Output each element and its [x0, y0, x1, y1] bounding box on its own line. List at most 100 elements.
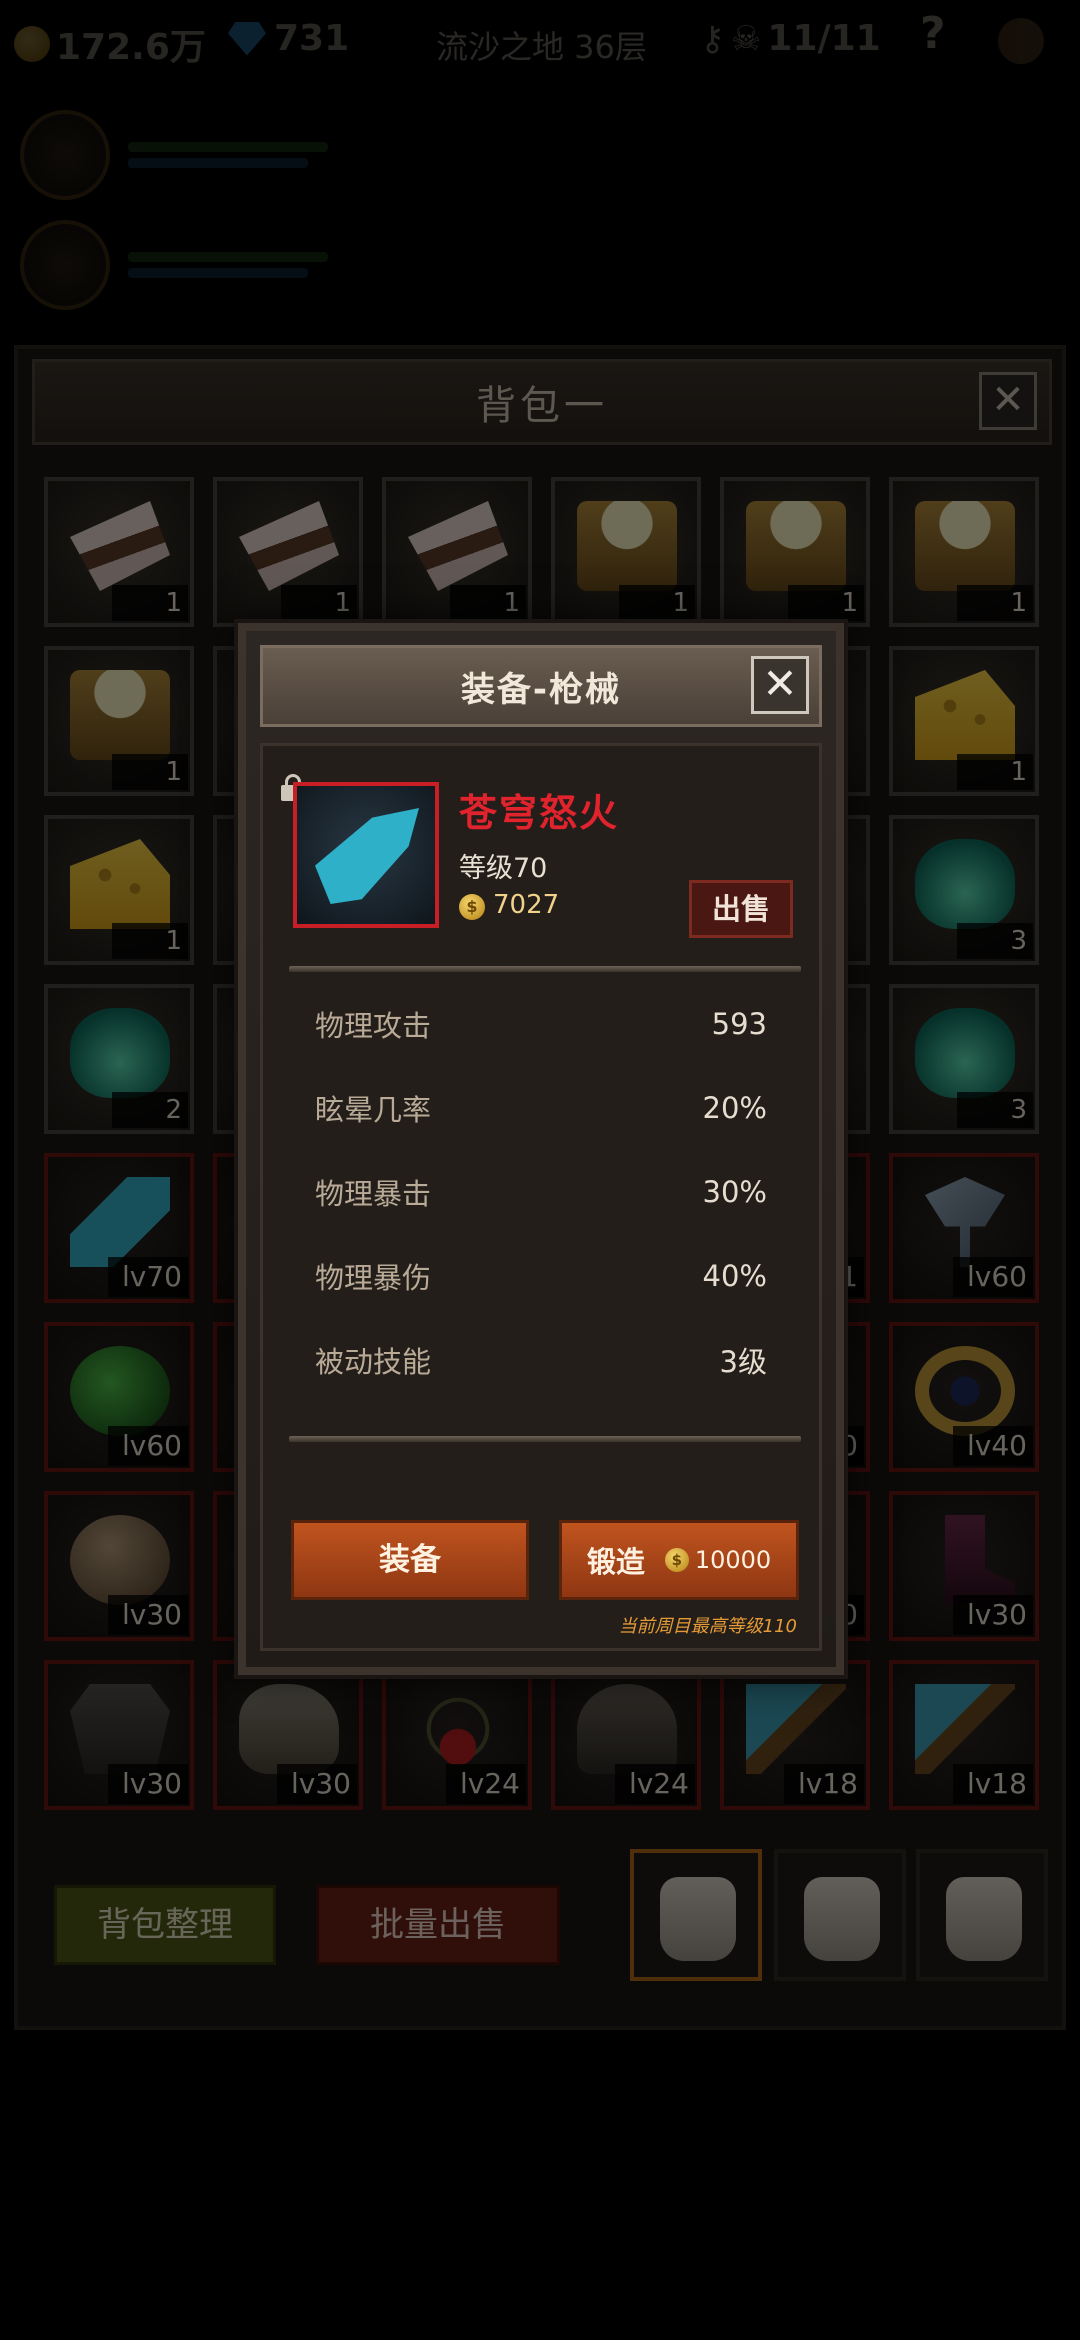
- stat-row: 眩晕几率 20%: [315, 1084, 767, 1132]
- cake-icon: [70, 501, 170, 591]
- item-level-badge: lv30: [277, 1764, 357, 1804]
- beer-icon: [915, 501, 1015, 591]
- forge-cost: 10000: [694, 1546, 772, 1574]
- item-name: 苍穹怒火: [459, 791, 620, 835]
- cake-icon: [239, 501, 339, 591]
- inventory-slot[interactable]: 1: [44, 477, 194, 627]
- ring-icon: [915, 1346, 1015, 1436]
- inventory-slot[interactable]: 1: [551, 477, 701, 627]
- bag-tab-3[interactable]: [916, 1849, 1048, 1981]
- axe-icon: [925, 1177, 1005, 1267]
- gem-icon: [228, 21, 266, 56]
- inventory-header: 背包一 ✕: [32, 359, 1052, 445]
- item-level-badge: lv18: [953, 1764, 1033, 1804]
- item-quantity-badge: 1: [619, 585, 695, 621]
- stat-value: 30%: [702, 1175, 767, 1209]
- item-level-badge: lv24: [446, 1764, 526, 1804]
- inventory-close-button[interactable]: ✕: [979, 372, 1037, 430]
- item-price: 7027: [493, 890, 560, 920]
- item-quantity-badge: 1: [957, 754, 1033, 790]
- stat-name: 眩晕几率: [315, 1093, 432, 1127]
- hero-portrait-icon: [20, 110, 110, 200]
- inventory-slot[interactable]: lv60: [44, 1322, 194, 1472]
- inventory-slot[interactable]: lv40: [889, 1322, 1039, 1472]
- batch-sell-button[interactable]: 批量出售: [316, 1885, 560, 1965]
- helm-icon: [577, 1684, 677, 1774]
- bag-tab-2[interactable]: [774, 1849, 906, 1981]
- orb-icon: [70, 1346, 170, 1436]
- inventory-slot[interactable]: lv30: [889, 1491, 1039, 1641]
- item-detail-modal: 装备-枪械 ✕ 苍穹怒火 等级70 $ 7027 出售 物理攻击 593 眩晕几…: [238, 623, 844, 1675]
- inventory-slot[interactable]: lv30: [213, 1660, 363, 1810]
- coin-icon: [14, 26, 50, 62]
- inventory-slot[interactable]: 1: [44, 815, 194, 965]
- settings-icon[interactable]: [998, 18, 1044, 64]
- inventory-slot[interactable]: lv30: [44, 1491, 194, 1641]
- skull-counter: ⚷ ☠ 11/11: [700, 18, 881, 59]
- sort-bag-button[interactable]: 背包整理: [54, 1885, 276, 1965]
- item-level-badge: lv40: [953, 1426, 1033, 1466]
- item-level-badge: lv18: [784, 1764, 864, 1804]
- hero-row-1: [20, 100, 328, 210]
- cheese-icon: [70, 839, 170, 929]
- inventory-slot[interactable]: lv18: [720, 1660, 870, 1810]
- glove-icon: [239, 1684, 339, 1774]
- stat-value: 40%: [702, 1259, 767, 1293]
- item-level-badge: lv24: [615, 1764, 695, 1804]
- stat-name: 被动技能: [315, 1345, 432, 1379]
- inventory-slot[interactable]: lv60: [889, 1153, 1039, 1303]
- inventory-title: 背包一: [476, 383, 608, 429]
- inventory-slot[interactable]: 2: [44, 984, 194, 1134]
- stat-name: 物理攻击: [315, 1009, 432, 1043]
- item-quantity-badge: 3: [957, 923, 1033, 959]
- bag-tab-1[interactable]: [630, 1849, 762, 1981]
- stat-value: 20%: [702, 1091, 767, 1125]
- gold-counter: 172.6万: [14, 18, 206, 70]
- stat-value: 593: [711, 1007, 767, 1041]
- inventory-slot[interactable]: 1: [889, 646, 1039, 796]
- stat-row: 被动技能 3级: [315, 1336, 767, 1384]
- necklace-icon: [408, 1684, 508, 1774]
- inventory-slot[interactable]: lv24: [382, 1660, 532, 1810]
- beer-icon: [577, 501, 677, 591]
- modal-close-button[interactable]: ✕: [751, 656, 809, 714]
- skull-icon: ☠: [730, 18, 762, 59]
- top-hud: 172.6万 731 流沙之地 36层 ⚷ ☠ 11/11 ?: [0, 0, 1080, 80]
- item-quantity-badge: 1: [957, 585, 1033, 621]
- hero-row-2: [20, 210, 328, 320]
- bag-icon: [804, 1877, 880, 1961]
- forge-label: 锻造: [586, 1545, 645, 1579]
- inventory-footer: 背包整理 批量出售: [38, 1849, 1048, 2009]
- stat-value: 3级: [719, 1345, 767, 1379]
- inventory-slot[interactable]: 1: [44, 646, 194, 796]
- inventory-slot[interactable]: 1: [382, 477, 532, 627]
- inventory-slot[interactable]: lv70: [44, 1153, 194, 1303]
- inventory-slot[interactable]: 3: [889, 984, 1039, 1134]
- inventory-slot[interactable]: 1: [213, 477, 363, 627]
- inventory-slot[interactable]: 1: [889, 477, 1039, 627]
- inventory-slot[interactable]: lv24: [551, 1660, 701, 1810]
- cake-icon: [408, 501, 508, 591]
- stat-row: 物理暴伤 40%: [315, 1252, 767, 1300]
- stat-row: 物理暴击 30%: [315, 1168, 767, 1216]
- sell-button[interactable]: 出售: [689, 880, 793, 938]
- forge-button[interactable]: 锻造 $ 10000: [559, 1520, 799, 1600]
- inventory-slot[interactable]: lv30: [44, 1660, 194, 1810]
- inventory-slot[interactable]: 3: [889, 815, 1039, 965]
- bag-icon: [660, 1877, 736, 1961]
- gem-counter: 731: [228, 18, 349, 59]
- item-level-badge: lv70: [108, 1257, 188, 1297]
- item-quantity-badge: 1: [450, 585, 526, 621]
- polearm-icon: [915, 1684, 1015, 1774]
- stat-name: 物理暴伤: [315, 1261, 432, 1295]
- potion-icon: [915, 1008, 1015, 1098]
- equip-button[interactable]: 装备: [291, 1520, 529, 1600]
- help-icon[interactable]: ?: [920, 8, 946, 59]
- boot-icon: [945, 1515, 1015, 1605]
- hero-bars: [128, 246, 328, 284]
- item-image-frame: [293, 782, 439, 928]
- max-level-note: 当前周目最高等级110: [618, 1616, 797, 1637]
- inventory-slot[interactable]: lv18: [889, 1660, 1039, 1810]
- inventory-slot[interactable]: 1: [720, 477, 870, 627]
- beer-icon: [746, 501, 846, 591]
